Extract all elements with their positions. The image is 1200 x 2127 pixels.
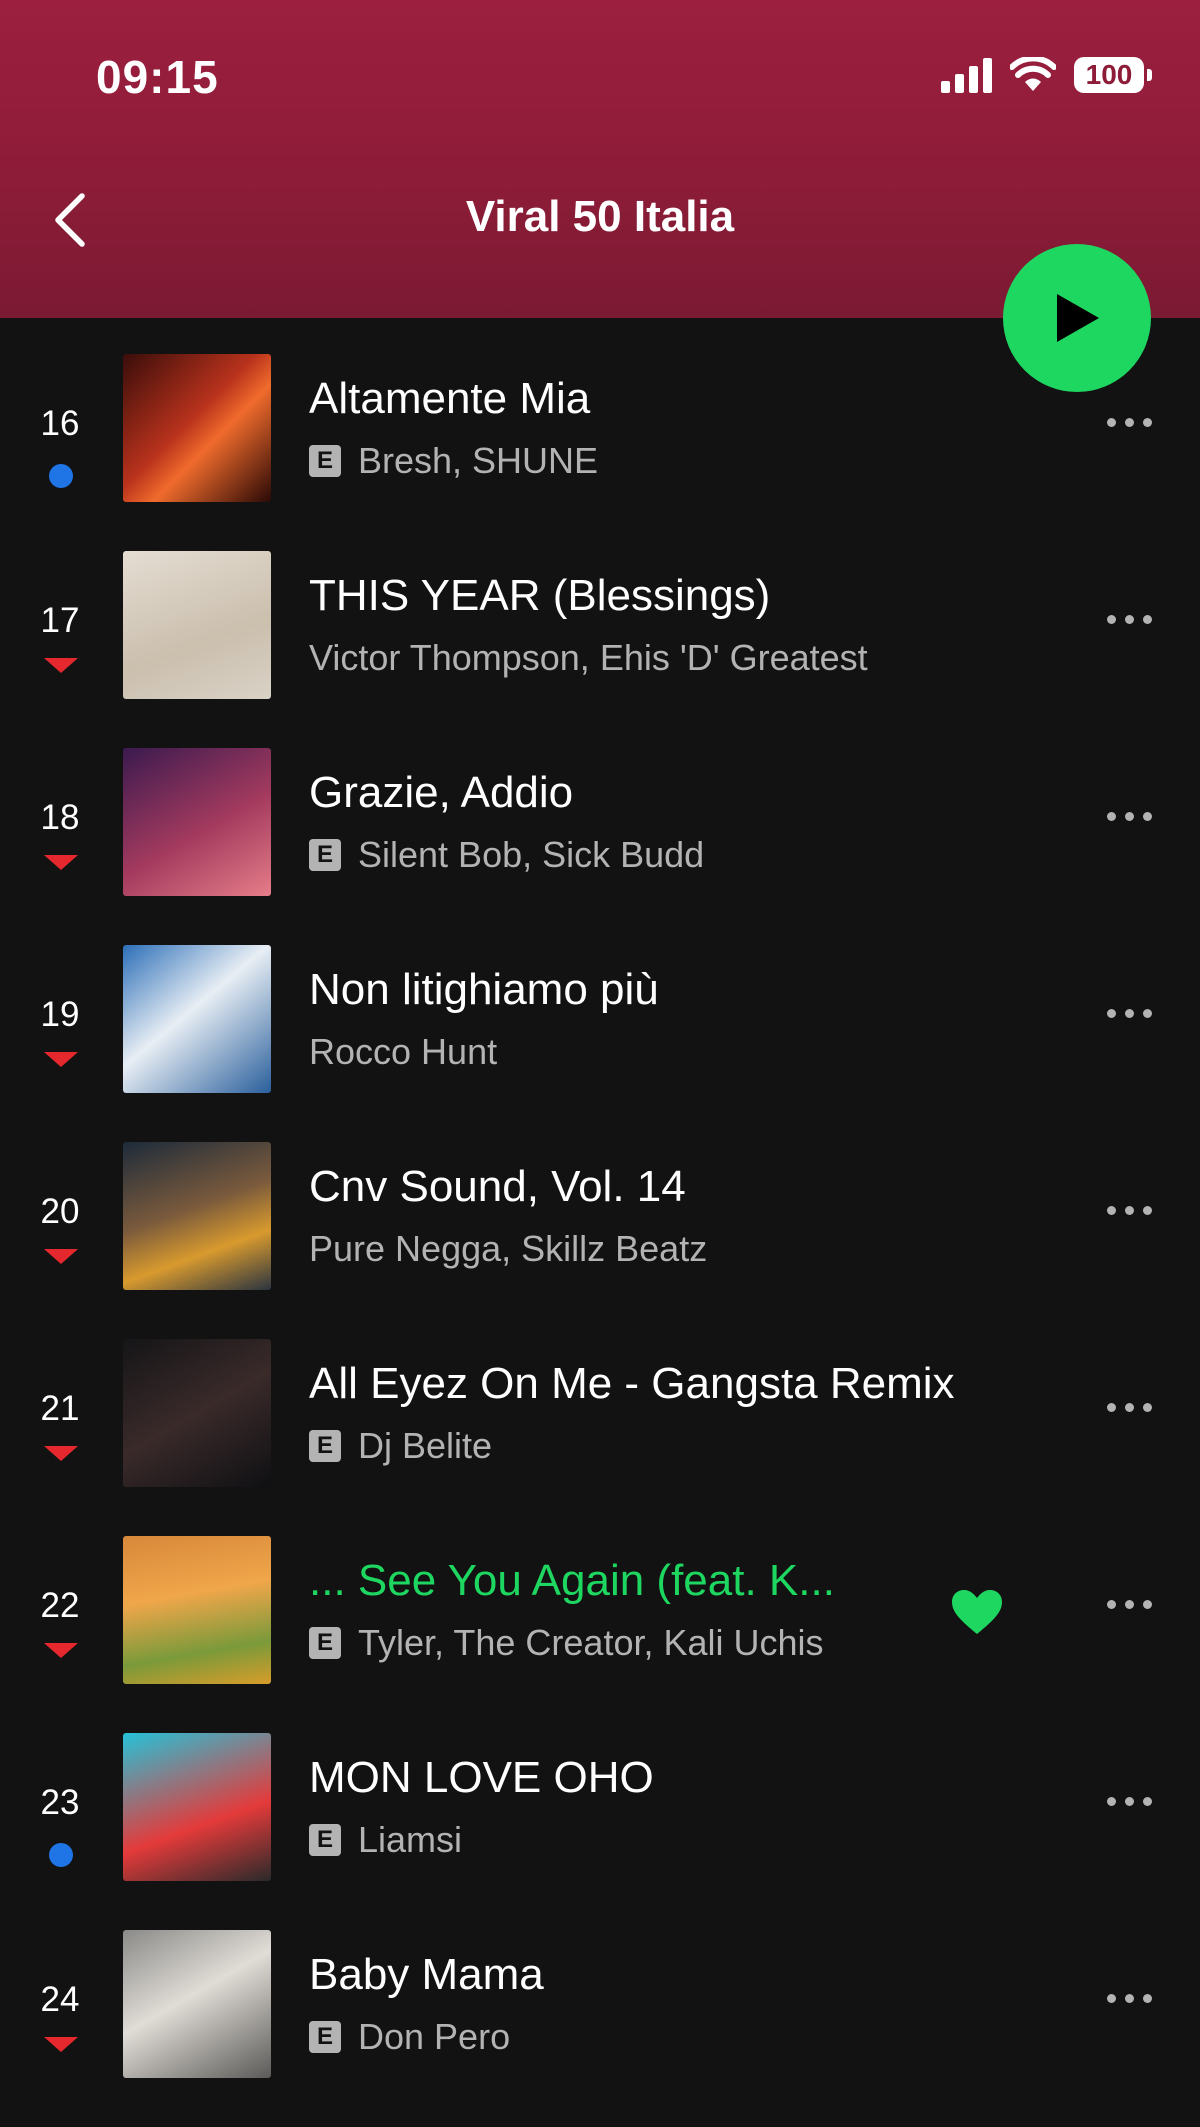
track-title: Grazie, Addio — [309, 768, 574, 817]
track-row[interactable]: 21 All Eyez On Me - Gangsta Remix E Dj B… — [0, 1339, 1200, 1536]
track-title: THIS YEAR (Blessings) — [309, 571, 771, 620]
track-rank: 23 — [40, 1783, 80, 1822]
track-rank: 19 — [40, 995, 80, 1034]
explicit-badge-icon: E — [309, 839, 341, 871]
track-artists-line: E Liamsi — [309, 1819, 462, 1861]
track-row[interactable]: 22 ... See You Again (feat. K... E Tyler… — [0, 1536, 1200, 1733]
track-title: Cnv Sound, Vol. 14 — [309, 1162, 686, 1211]
track-rank: 16 — [40, 404, 80, 443]
album-art — [123, 945, 271, 1093]
track-title: MON LOVE OHO — [309, 1753, 654, 1802]
explicit-badge-icon: E — [309, 1430, 341, 1462]
track-list: 16 Altamente Mia E Bresh, SHUNE 17 THIS … — [0, 354, 1200, 2127]
album-art — [123, 1142, 271, 1290]
more-options-icon[interactable] — [1107, 615, 1152, 624]
status-time: 09:15 — [96, 51, 219, 103]
track-rank: 24 — [40, 1980, 80, 2019]
track-artists: Liamsi — [358, 1819, 463, 1860]
track-row[interactable]: 20 Cnv Sound, Vol. 14 Pure Negga, Skillz… — [0, 1142, 1200, 1339]
track-row[interactable]: 23 MON LOVE OHO E Liamsi — [0, 1733, 1200, 1930]
track-rank: 18 — [40, 798, 80, 837]
track-title: Baby Mama — [309, 1950, 544, 1999]
album-art — [123, 1536, 271, 1684]
track-artists: Don Pero — [358, 2016, 511, 2057]
track-row[interactable]: 24 Baby Mama E Don Pero — [0, 1930, 1200, 2127]
play-button[interactable] — [1003, 244, 1151, 392]
trend-down-arrow-icon — [44, 1643, 78, 1658]
track-artists: Pure Negga, Skillz Beatz — [309, 1228, 708, 1269]
trend-down-arrow-icon — [44, 1249, 78, 1264]
new-entry-dot-icon — [49, 1843, 73, 1867]
trend-down-arrow-icon — [44, 1446, 78, 1461]
track-artists: Dj Belite — [358, 1425, 493, 1466]
album-art — [123, 748, 271, 896]
trend-down-arrow-icon — [44, 855, 78, 870]
track-title: Non litighiamo più — [309, 965, 659, 1014]
more-options-icon[interactable] — [1107, 1994, 1152, 2003]
track-artists-line: E Silent Bob, Sick Budd — [309, 834, 704, 876]
track-artists: Victor Thompson, Ehis 'D' Greatest — [309, 637, 868, 678]
track-artists: Tyler, The Creator, Kali Uchis — [358, 1622, 824, 1663]
album-art — [123, 1339, 271, 1487]
track-artists: Bresh, SHUNE — [358, 440, 599, 481]
track-artists: Rocco Hunt — [309, 1031, 498, 1072]
new-entry-dot-icon — [49, 464, 73, 488]
track-rank: 17 — [40, 601, 80, 640]
track-artists-line: E Tyler, The Creator, Kali Uchis — [309, 1622, 824, 1664]
status-icons: 100 — [941, 52, 1152, 98]
trend-down-arrow-icon — [44, 658, 78, 673]
track-row[interactable]: 16 Altamente Mia E Bresh, SHUNE — [0, 354, 1200, 551]
battery-icon: 100 — [1074, 57, 1152, 93]
more-options-icon[interactable] — [1107, 418, 1152, 427]
more-options-icon[interactable] — [1107, 1206, 1152, 1215]
track-artists-line: Pure Negga, Skillz Beatz — [309, 1228, 707, 1270]
more-options-icon[interactable] — [1107, 1797, 1152, 1806]
cellular-signal-icon — [941, 57, 992, 93]
track-artists-line: E Don Pero — [309, 2016, 510, 2058]
track-title: All Eyez On Me - Gangsta Remix — [309, 1359, 955, 1408]
track-artists-line: Victor Thompson, Ehis 'D' Greatest — [309, 637, 868, 679]
explicit-badge-icon: E — [309, 1824, 341, 1856]
track-title: ... See You Again (feat. K... — [309, 1556, 835, 1605]
track-row[interactable]: 17 THIS YEAR (Blessings) Victor Thompson… — [0, 551, 1200, 748]
album-art — [123, 551, 271, 699]
trend-down-arrow-icon — [44, 1052, 78, 1067]
album-art — [123, 1930, 271, 2078]
track-artists: Silent Bob, Sick Budd — [358, 834, 705, 875]
page-title: Viral 50 Italia — [465, 192, 735, 241]
liked-heart-icon[interactable] — [950, 1588, 1004, 1636]
track-artists-line: E Dj Belite — [309, 1425, 492, 1467]
explicit-badge-icon: E — [309, 445, 341, 477]
track-rank: 20 — [40, 1192, 80, 1231]
track-row[interactable]: 18 Grazie, Addio E Silent Bob, Sick Budd — [0, 748, 1200, 945]
track-row[interactable]: 19 Non litighiamo più Rocco Hunt — [0, 945, 1200, 1142]
trend-down-arrow-icon — [44, 2037, 78, 2052]
more-options-icon[interactable] — [1107, 1403, 1152, 1412]
more-options-icon[interactable] — [1107, 812, 1152, 821]
more-options-icon[interactable] — [1107, 1600, 1152, 1609]
track-rank: 21 — [40, 1389, 80, 1428]
track-artists-line: E Bresh, SHUNE — [309, 440, 598, 482]
explicit-badge-icon: E — [309, 1627, 341, 1659]
explicit-badge-icon: E — [309, 2021, 341, 2053]
track-artists-line: Rocco Hunt — [309, 1031, 497, 1073]
album-art — [123, 1733, 271, 1881]
track-rank: 22 — [40, 1586, 80, 1625]
more-options-icon[interactable] — [1107, 1009, 1152, 1018]
wifi-icon — [1010, 57, 1056, 91]
play-icon — [1057, 294, 1099, 342]
track-title: Altamente Mia — [309, 374, 591, 423]
album-art — [123, 354, 271, 502]
